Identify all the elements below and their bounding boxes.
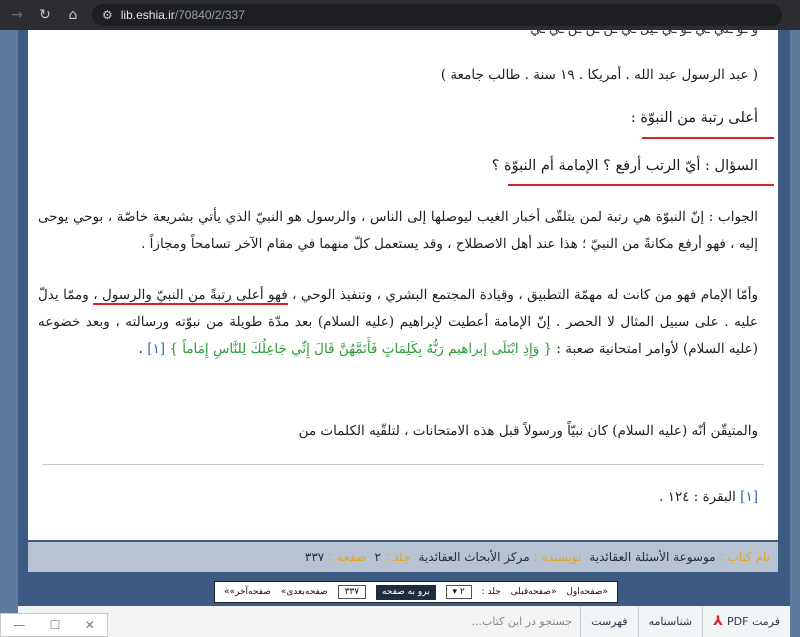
imam-text-start: وأمّا الإمام فهو من كانت له مهمّة التطبي… bbox=[292, 287, 759, 303]
author-name: مركز الأبحاث العقائدية bbox=[418, 550, 530, 564]
volume-select-label: جلد : bbox=[481, 587, 501, 597]
go-to-page-button[interactable]: برو به صفحه bbox=[375, 584, 436, 600]
tab-shenasname[interactable]: شناسنامه bbox=[637, 606, 703, 637]
floating-window-controls: — ☐ ✕ bbox=[0, 613, 108, 637]
footnote-divider bbox=[42, 464, 764, 465]
book-page: و ـو ـلي ـي ـو ـي ـيل ـي ـن ـن ـن ـي ـي … bbox=[28, 22, 778, 540]
heading-underline bbox=[642, 137, 774, 139]
page-input[interactable]: ٣٣٧ bbox=[337, 585, 367, 599]
footnote: [١] البقرة : ١٢٤ . bbox=[38, 484, 758, 511]
volume-label: جلد : bbox=[384, 550, 411, 564]
imam-text-end: . bbox=[138, 341, 143, 357]
prev-page-link[interactable]: «صفحه‌قبلی bbox=[511, 587, 557, 597]
footnote-text: البقرة : ١٢٤ . bbox=[659, 489, 736, 505]
tab-fehrest[interactable]: فهرست bbox=[580, 606, 637, 637]
page-number: ٣٣٧ bbox=[304, 550, 325, 564]
attribution: ( عبد الرسول عبد الله . أمريكا . ١٩ سنة … bbox=[440, 67, 758, 83]
maximize-icon[interactable]: ☐ bbox=[50, 618, 61, 632]
imam-highlight: فهو أعلى رتبةً من النبيّ والرسول ، bbox=[93, 287, 288, 305]
close-icon[interactable]: ✕ bbox=[85, 618, 95, 632]
book-title: موسوعة الأسئلة العقائدية bbox=[589, 550, 716, 564]
next-page-link[interactable]: صفحه‌بعدى» bbox=[281, 587, 328, 597]
certain-paragraph: والمتيقّن أنّه (عليه السلام) كان نبيّاً … bbox=[298, 423, 758, 439]
heading-question: السؤال : أيّ الرتب أرفع ؟ الإمامة أم الن… bbox=[491, 158, 758, 174]
quran-verse: { وَإِذِ ابْتَلَى إبراهيم رَبُّهُ بِكَلِ… bbox=[169, 341, 553, 357]
author-label: نویسنده : bbox=[533, 550, 582, 564]
footnote-ref-link[interactable]: [١] bbox=[147, 341, 165, 357]
url-host: lib.eshia.ir bbox=[120, 8, 175, 22]
cut-off-line: و ـو ـلي ـي ـو ـي ـيل ـي ـن ـن ـن ـي ـي bbox=[530, 22, 758, 37]
question-underline bbox=[508, 184, 774, 186]
imam-paragraph: وأمّا الإمام فهو من كانت له مهمّة التطبي… bbox=[38, 282, 758, 363]
pdf-icon: ⅄ bbox=[713, 614, 724, 629]
page-frame: و ـو ـلي ـي ـو ـي ـيل ـي ـن ـن ـن ـي ـي … bbox=[18, 22, 790, 637]
page-label: صفحه : bbox=[328, 550, 367, 564]
back-arrow-icon[interactable]: → bbox=[6, 4, 28, 26]
last-page-link[interactable]: صفحه‌آخر»» bbox=[224, 587, 271, 597]
volume-select[interactable]: ٢ ▾ bbox=[445, 585, 472, 599]
book-tabs: فرمت PDF ⅄ شناسنامه فهرست جستجو در این کت… bbox=[18, 606, 790, 637]
url-path: /70840/2/337 bbox=[174, 8, 245, 22]
heading-higher-rank: أعلى رتبة من النبوّة : bbox=[630, 110, 758, 126]
site-settings-icon[interactable]: ⚙ bbox=[102, 8, 113, 22]
footnote-mark[interactable]: [١] bbox=[740, 489, 758, 505]
tab-pdf[interactable]: فرمت PDF ⅄ bbox=[702, 606, 790, 637]
answer-paragraph: الجواب : إنّ النبوّة هي رتبة لمن يتلقّى … bbox=[38, 209, 758, 252]
reload-icon[interactable]: ↻ bbox=[34, 4, 56, 26]
page-navigator: «صفحه‌اول «صفحه‌قبلی جلد : ٢ ▾ برو به صف… bbox=[214, 581, 618, 603]
book-label: نام کتاب : bbox=[719, 550, 770, 564]
book-info-bar: نام کتاب : موسوعة الأسئلة العقائدية نویس… bbox=[28, 542, 778, 572]
first-page-link[interactable]: «صفحه‌اول bbox=[566, 587, 608, 597]
chevron-down-icon: ▾ bbox=[452, 587, 458, 597]
volume-number: ٢ bbox=[374, 550, 381, 564]
minimize-icon[interactable]: — bbox=[13, 618, 25, 632]
